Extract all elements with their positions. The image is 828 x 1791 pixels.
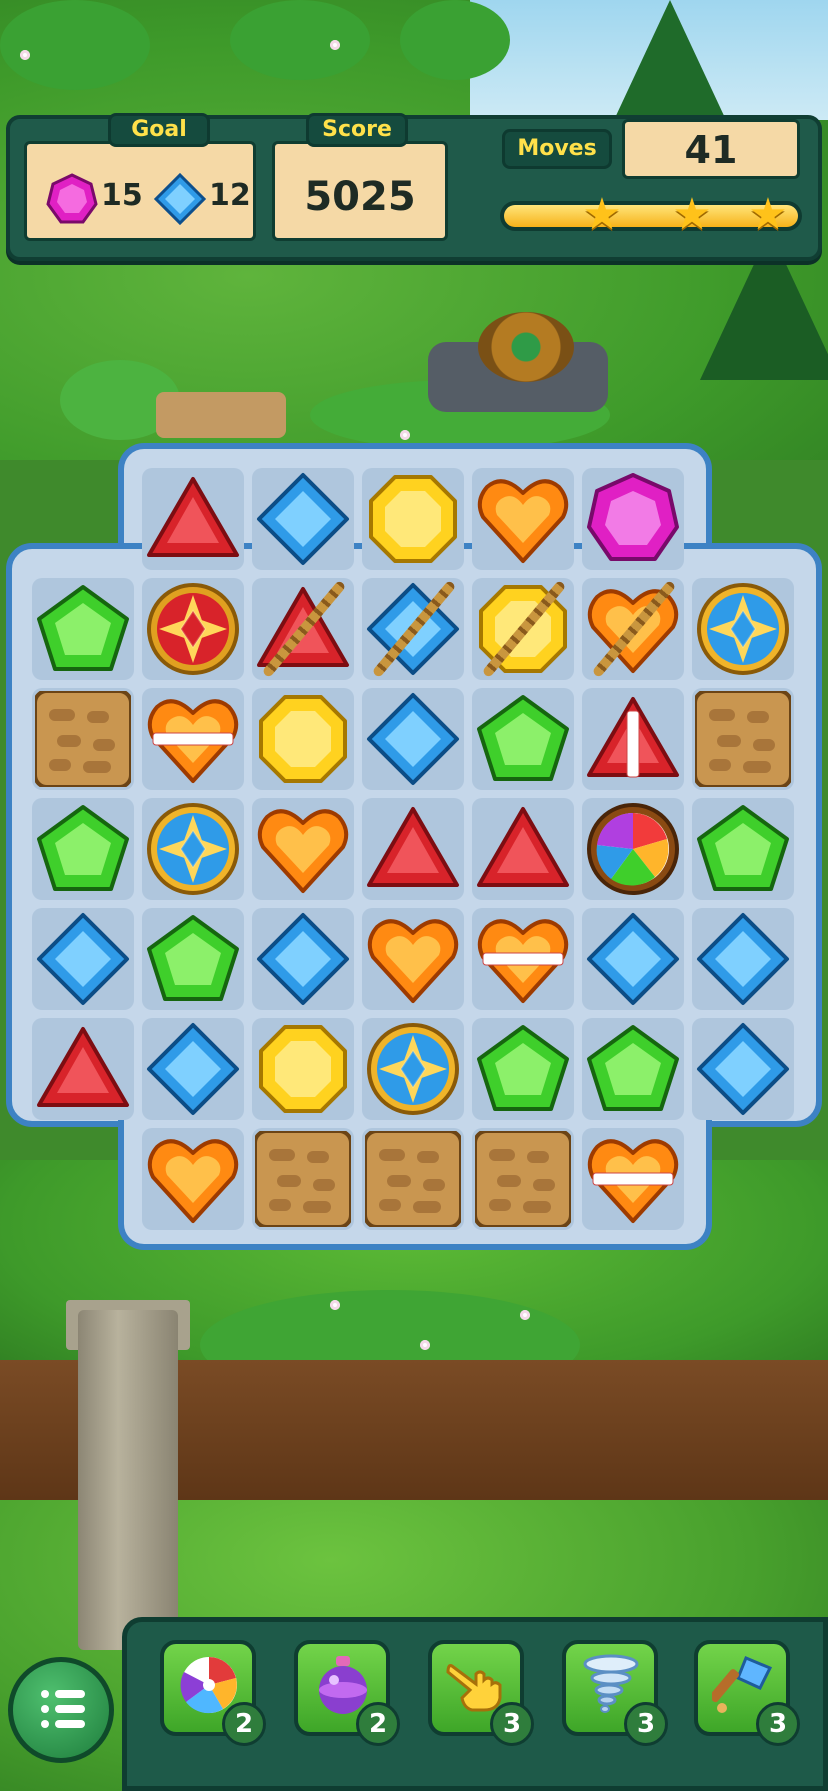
red-medallion-gem[interactable]	[142, 578, 244, 680]
dirt-block[interactable]	[362, 1128, 464, 1230]
moves-label: Moves	[502, 129, 612, 169]
orange-heart-gem[interactable]	[362, 908, 464, 1010]
score-label: Score	[306, 113, 408, 147]
star-icon: ★	[582, 189, 622, 240]
tornado-booster[interactable]: 3	[562, 1640, 668, 1746]
green-pentagon-gem[interactable]	[582, 1018, 684, 1120]
green-pentagon-gem[interactable]	[32, 578, 134, 680]
booster-count: 2	[222, 1702, 266, 1746]
moves-value: 41	[684, 128, 738, 172]
goal-magenta-count: 15	[101, 178, 143, 213]
menu-button[interactable]	[8, 1657, 114, 1763]
yellow-octagon-gem[interactable]	[252, 1018, 354, 1120]
orange-heart-striped-gem[interactable]	[472, 908, 574, 1010]
score-value: 5025	[304, 174, 416, 220]
hud-panel: 15 12 Goal 5025 Score Moves 41 ★ ★ ★	[6, 113, 822, 261]
dirt-block[interactable]	[472, 1128, 574, 1230]
flower	[20, 50, 30, 60]
green-pentagon-gem[interactable]	[472, 688, 574, 790]
menu-icon	[41, 1690, 85, 1735]
green-pentagon-gem[interactable]	[32, 798, 134, 900]
booster-count: 3	[490, 1702, 534, 1746]
lollipop-booster[interactable]: 2	[160, 1640, 266, 1746]
green-pentagon-gem[interactable]	[472, 1018, 574, 1120]
orange-heart-striped-gem[interactable]	[582, 1128, 684, 1230]
orange-heart-striped-gem[interactable]	[142, 688, 244, 790]
green-pentagon-gem[interactable]	[142, 908, 244, 1010]
flower	[330, 1300, 340, 1310]
magenta-heptagon-gem[interactable]	[582, 468, 684, 570]
blue-diamond-gem[interactable]	[32, 908, 134, 1010]
booster-count: 2	[356, 1702, 400, 1746]
yellow-octagon-gem[interactable]	[252, 688, 354, 790]
green-pentagon-gem[interactable]	[692, 798, 794, 900]
goal-panel: 15 12	[24, 141, 256, 241]
goal-blue-count: 12	[209, 178, 251, 213]
bush	[230, 0, 370, 80]
progress-bar: ★ ★ ★	[500, 193, 802, 237]
stone-tower	[78, 1310, 178, 1650]
moves-panel: 41	[622, 119, 800, 179]
dirt-block[interactable]	[692, 688, 794, 790]
orange-heart-gem[interactable]	[252, 798, 354, 900]
shrine-ring	[478, 312, 574, 382]
blue-medallion-gem[interactable]	[692, 578, 794, 680]
blue-diamond-gem[interactable]	[142, 1018, 244, 1120]
goal-label: Goal	[108, 113, 210, 147]
wooden-fence	[156, 392, 286, 438]
blue-diamond-gem[interactable]	[362, 688, 464, 790]
blue-diamond-gem[interactable]	[692, 1018, 794, 1120]
orange-heart-gem[interactable]	[142, 1128, 244, 1230]
red-triangle-gem[interactable]	[32, 1018, 134, 1120]
flower	[520, 1310, 530, 1320]
red-triangle-gem[interactable]	[472, 798, 574, 900]
dirt-block[interactable]	[252, 1128, 354, 1230]
red-triangle-gem[interactable]	[142, 468, 244, 570]
hammer-booster[interactable]: 3	[694, 1640, 800, 1746]
blue-gem-icon	[153, 172, 207, 226]
booster-count: 3	[756, 1702, 800, 1746]
blue-diamond-gem[interactable]	[252, 468, 354, 570]
booster-count: 3	[624, 1702, 668, 1746]
bush	[0, 0, 150, 90]
star-icon: ★	[672, 189, 712, 240]
yellow-octagon-gem[interactable]	[362, 468, 464, 570]
dirt-block[interactable]	[32, 688, 134, 790]
flower	[420, 1340, 430, 1350]
hand-booster[interactable]: 3	[428, 1640, 534, 1746]
blue-diamond-gem[interactable]	[252, 908, 354, 1010]
flower	[330, 40, 340, 50]
score-panel: 5025	[272, 141, 448, 241]
flower	[400, 430, 410, 440]
blue-diamond-gem[interactable]	[582, 908, 684, 1010]
bomb-booster[interactable]: 2	[294, 1640, 400, 1746]
orange-heart-gem[interactable]	[472, 468, 574, 570]
magenta-gem-icon	[46, 173, 98, 224]
blue-medallion-gem[interactable]	[362, 1018, 464, 1120]
blue-diamond-gem[interactable]	[692, 908, 794, 1010]
star-icon: ★	[748, 189, 788, 240]
blue-medallion-gem[interactable]	[142, 798, 244, 900]
rainbow-orb-gem[interactable]	[582, 798, 684, 900]
bush	[400, 0, 510, 80]
red-triangle-striped-v-gem[interactable]	[582, 688, 684, 790]
red-triangle-gem[interactable]	[362, 798, 464, 900]
